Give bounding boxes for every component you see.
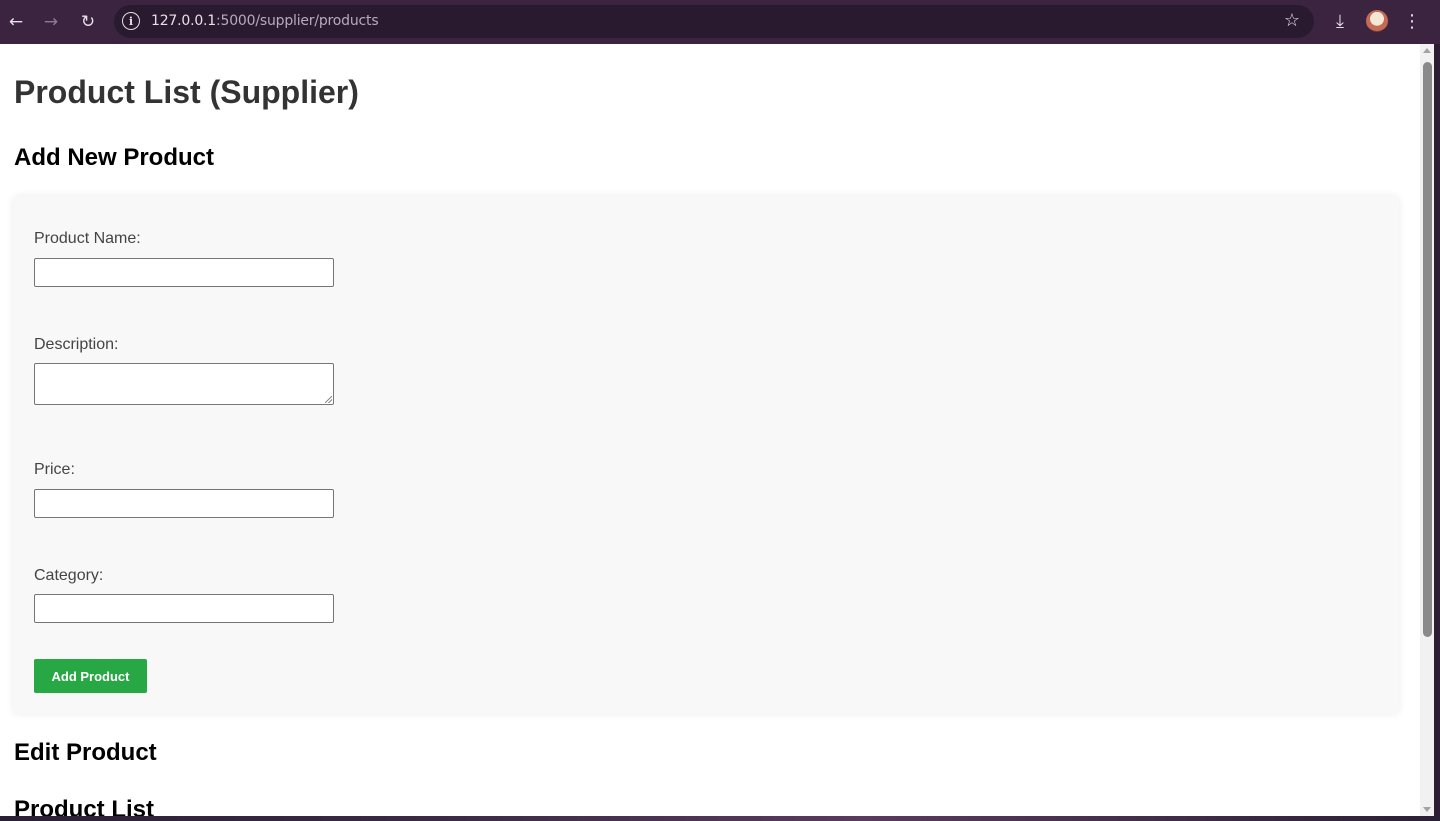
bookmark-star-icon[interactable]: ☆ (1284, 10, 1300, 31)
url-path: :5000/supplier/products (216, 13, 379, 29)
product-list-heading: Product List (14, 796, 155, 816)
browser-toolbar: ← → ↻ i 127.0.0.1:5000/supplier/products… (0, 0, 1440, 44)
resize-grip-icon[interactable] (325, 396, 332, 403)
vertical-scrollbar[interactable] (1420, 44, 1434, 816)
site-info-icon[interactable]: i (122, 12, 140, 30)
product-name-input[interactable] (34, 258, 334, 287)
category-input[interactable] (34, 594, 334, 623)
back-icon[interactable]: ← (3, 9, 29, 35)
scrollbar-thumb[interactable] (1423, 62, 1432, 637)
menu-icon[interactable]: ⋮ (1399, 8, 1425, 34)
scroll-up-icon[interactable] (1423, 48, 1431, 53)
page-title: Product List (Supplier) (14, 74, 359, 110)
download-icon[interactable]: ⤓ (1327, 8, 1353, 34)
forward-icon[interactable]: → (38, 9, 64, 35)
edit-product-heading: Edit Product (14, 739, 157, 766)
price-label: Price: (34, 461, 75, 478)
page-viewport: Product List (Supplier) Add New Product … (0, 44, 1420, 816)
scroll-down-icon[interactable] (1423, 807, 1431, 812)
description-label: Description: (34, 336, 119, 353)
desktop-strip (0, 816, 1440, 821)
profile-avatar[interactable] (1364, 8, 1390, 34)
url-text[interactable]: 127.0.0.1:5000/supplier/products (151, 13, 379, 29)
add-product-button[interactable]: Add Product (34, 659, 147, 693)
product-name-label: Product Name: (34, 230, 141, 247)
reload-icon[interactable]: ↻ (75, 9, 101, 35)
window-edge (1434, 44, 1440, 821)
description-textarea[interactable] (34, 363, 334, 405)
address-bar[interactable]: i 127.0.0.1:5000/supplier/products ☆ (114, 5, 1314, 38)
category-label: Category: (34, 567, 104, 584)
add-product-heading: Add New Product (14, 144, 215, 171)
price-input[interactable] (34, 489, 334, 518)
add-product-form: Product Name: Description: Price: Catego… (13, 196, 1399, 714)
avatar (1366, 10, 1388, 32)
url-host: 127.0.0.1 (151, 13, 216, 29)
